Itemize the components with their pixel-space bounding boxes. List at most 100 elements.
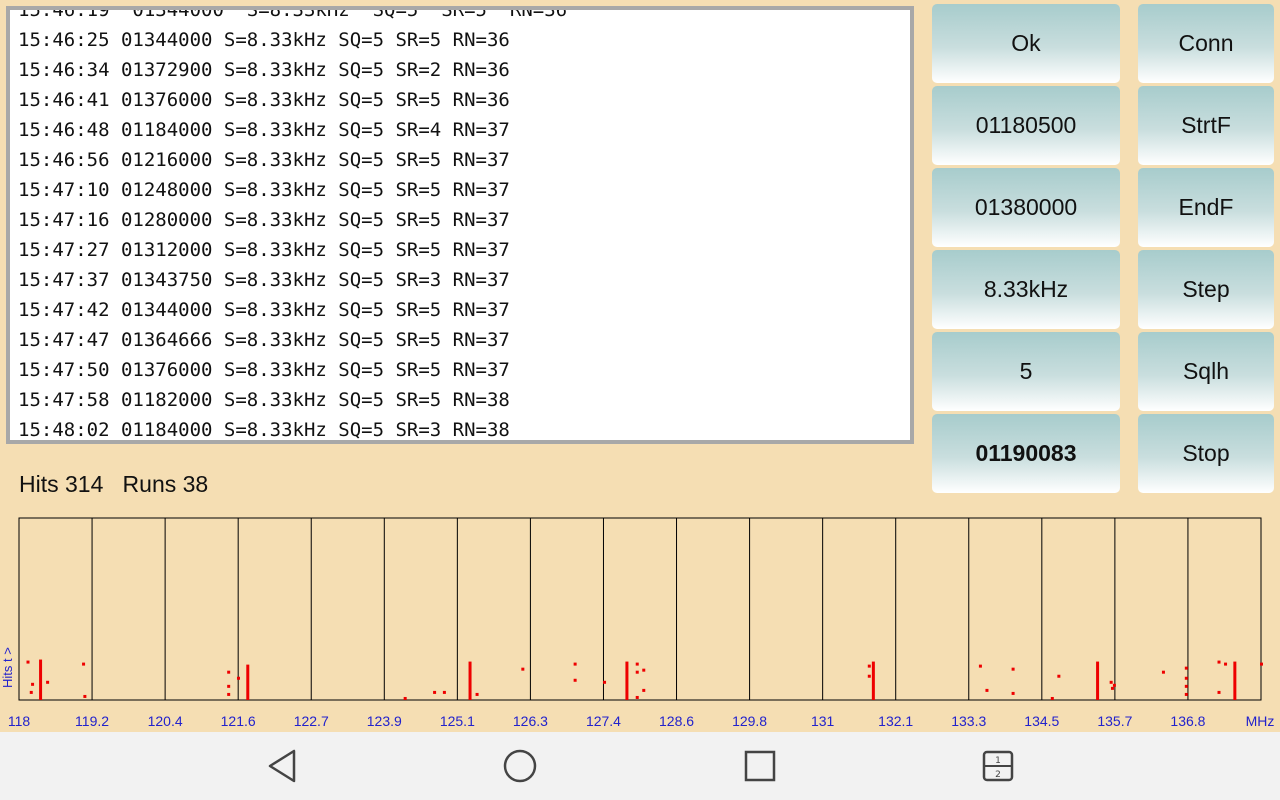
- hit-point: [573, 662, 577, 666]
- hit-point: [642, 688, 646, 692]
- x-tick-label: 133.3: [951, 713, 986, 729]
- frequency-hits-chart: 118 119.2 120.4 121.6 122.7 123.9 125.1 126.3 12…: [0, 517, 1275, 729]
- hit-point: [227, 692, 231, 696]
- x-tick-label: 126.3: [513, 713, 548, 729]
- x-unit-label: MHz: [1246, 713, 1275, 729]
- hit-point: [603, 680, 607, 684]
- svg-text:2: 2: [995, 770, 1001, 780]
- log-line: 15:46:56 01216000 S=8.33kHz SQ=5 SR=5 RN…: [18, 149, 510, 171]
- hit-point: [442, 690, 446, 694]
- hit-bar: [246, 664, 250, 700]
- hit-bar: [871, 661, 875, 700]
- x-tick-label: 125.1: [440, 713, 475, 729]
- log-line: 15:47:27 01312000 S=8.33kHz SQ=5 SR=5 RN…: [18, 239, 510, 261]
- hit-point: [1112, 683, 1116, 687]
- hit-point: [403, 696, 407, 700]
- log-line: 15:47:10 01248000 S=8.33kHz SQ=5 SR=5 RN…: [18, 179, 510, 201]
- scan-log-list: 15:46:19 01344000 S=8.33kHz SQ=5 SR=5 RN…: [10, 6, 910, 441]
- log-line: 15:48:02 01184000 S=8.33kHz SQ=5 SR=3 RN…: [18, 419, 510, 441]
- log-line: 15:46:48 01184000 S=8.33kHz SQ=5 SR=4 RN…: [18, 119, 510, 141]
- stop-button[interactable]: Stop: [1138, 414, 1274, 493]
- x-tick-label: 134.5: [1024, 713, 1059, 729]
- hit-point: [83, 694, 87, 698]
- endf-button[interactable]: EndF: [1138, 168, 1274, 247]
- home-icon[interactable]: [500, 748, 540, 784]
- log-line: 15:46:41 01376000 S=8.33kHz SQ=5 SR=5 RN…: [18, 89, 510, 111]
- hit-point: [46, 680, 50, 684]
- hit-point: [867, 674, 871, 678]
- hit-point: [867, 664, 871, 668]
- hit-point: [227, 684, 231, 688]
- hit-point: [521, 667, 525, 671]
- hit-point: [1011, 691, 1015, 695]
- hit-point: [433, 690, 437, 694]
- log-line: 15:46:34 01372900 S=8.33kHz SQ=5 SR=2 RN…: [18, 59, 510, 81]
- log-line: 15:47:42 01344000 S=8.33kHz SQ=5 SR=5 RN…: [18, 299, 510, 321]
- hit-point: [635, 695, 639, 699]
- end-frequency-field[interactable]: 01380000: [932, 168, 1120, 247]
- hit-point: [1217, 660, 1221, 664]
- hit-point: [985, 688, 989, 692]
- hit-point: [978, 664, 982, 668]
- hit-point: [29, 690, 33, 694]
- plot-frame: [18, 517, 1262, 701]
- hit-point: [573, 678, 577, 682]
- hit-bar: [625, 661, 629, 700]
- x-tick-label: 122.7: [294, 713, 329, 729]
- android-nav-bar: 1 2: [0, 732, 1280, 800]
- hit-point: [1109, 680, 1113, 684]
- log-line: 15:47:16 01280000 S=8.33kHz SQ=5 SR=5 RN…: [18, 209, 510, 231]
- x-tick-label: 118: [8, 713, 31, 729]
- log-line: 15:47:37 01343750 S=8.33kHz SQ=5 SR=3 RN…: [18, 269, 510, 291]
- back-icon[interactable]: [262, 748, 302, 784]
- hit-point: [1217, 690, 1221, 694]
- hit-point: [26, 660, 30, 664]
- log-line: 15:46:25 01344000 S=8.33kHz SQ=5 SR=5 RN…: [18, 29, 510, 51]
- hit-point: [1050, 696, 1054, 700]
- current-frequency-display[interactable]: 01190083: [932, 414, 1120, 493]
- hit-point: [31, 682, 35, 686]
- hit-bar: [1096, 661, 1100, 700]
- x-tick-label: 120.4: [148, 713, 183, 729]
- hits-runs-status: Hits 314 Runs 38: [19, 471, 209, 497]
- ok-button[interactable]: Ok: [932, 4, 1120, 83]
- hit-point: [1224, 662, 1228, 666]
- x-tick-label: 123.9: [367, 713, 402, 729]
- recent-apps-icon[interactable]: [740, 748, 780, 784]
- hit-point: [642, 668, 646, 672]
- hit-point: [82, 662, 86, 666]
- hit-bar: [39, 659, 43, 700]
- conn-button[interactable]: Conn: [1138, 4, 1274, 83]
- split-screen-icon[interactable]: 1 2: [978, 748, 1018, 784]
- hit-point: [1011, 667, 1015, 671]
- step-button[interactable]: Step: [1138, 250, 1274, 329]
- x-tick-label: 119.2: [75, 713, 109, 729]
- app-window: 15:46:19 01344000 S=8.33kHz SQ=5 SR=5 RN…: [0, 0, 1280, 732]
- hit-point: [635, 662, 639, 666]
- hit-point: [1184, 692, 1188, 696]
- hit-point: [227, 670, 231, 674]
- x-tick-label: 136.8: [1170, 713, 1205, 729]
- x-tick-label: 129.8: [732, 713, 767, 729]
- hit-bar: [468, 661, 472, 700]
- x-tick-label: 128.6: [659, 713, 694, 729]
- log-line: 15:47:58 01182000 S=8.33kHz SQ=5 SR=5 RN…: [18, 389, 510, 411]
- x-tick-label: 131: [811, 713, 835, 729]
- log-line: 15:46:19 01344000 S=8.33kHz SQ=5 SR=5 RN…: [18, 6, 568, 21]
- scan-log-panel[interactable]: 15:46:19 01344000 S=8.33kHz SQ=5 SR=5 RN…: [6, 6, 914, 444]
- strtf-button[interactable]: StrtF: [1138, 86, 1274, 165]
- log-line: 15:47:50 01376000 S=8.33kHz SQ=5 SR=5 RN…: [18, 359, 510, 381]
- x-tick-label: 132.1: [878, 713, 913, 729]
- hit-point: [1161, 670, 1165, 674]
- sqlh-button[interactable]: Sqlh: [1138, 332, 1274, 411]
- hit-point: [475, 692, 479, 696]
- x-tick-label: 121.6: [221, 713, 256, 729]
- hit-point: [1110, 686, 1114, 690]
- squelch-field[interactable]: 5: [932, 332, 1120, 411]
- hit-point: [1260, 662, 1263, 666]
- hit-point: [1184, 666, 1188, 670]
- y-axis-label: Hits t >: [0, 647, 15, 688]
- step-field[interactable]: 8.33kHz: [932, 250, 1120, 329]
- start-frequency-field[interactable]: 01180500: [932, 86, 1120, 165]
- hit-bar: [1233, 661, 1237, 700]
